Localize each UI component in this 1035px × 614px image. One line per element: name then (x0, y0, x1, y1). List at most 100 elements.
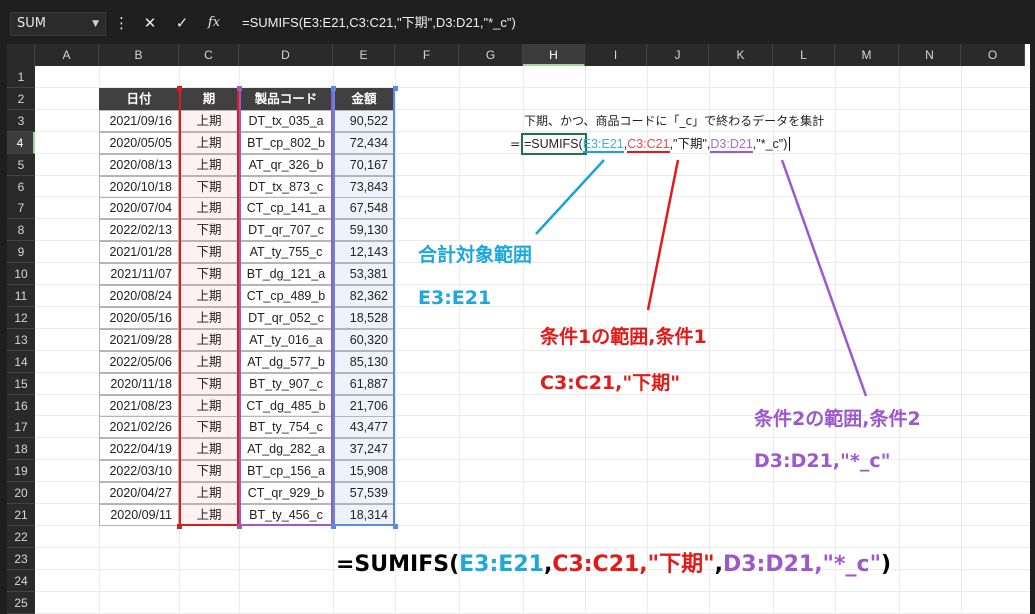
table-cell-amount[interactable]: 21,706 (333, 394, 395, 417)
range-resize-handle[interactable] (177, 523, 182, 529)
row-header-16[interactable]: 16 (7, 394, 35, 417)
chevron-down-icon[interactable]: ▼ (92, 13, 99, 35)
table-cell-product-code[interactable]: BT_ty_754_c (239, 416, 333, 439)
name-box[interactable]: SUM ▼ (10, 12, 106, 36)
row-header-17[interactable]: 17 (7, 416, 35, 439)
table-header-date[interactable]: 日付 (99, 87, 179, 110)
column-header-i[interactable]: I (585, 44, 647, 66)
table-cell-amount[interactable]: 61,887 (333, 372, 395, 395)
row-header-3[interactable]: 3 (7, 109, 35, 132)
table-cell-product-code[interactable]: DT_qr_707_c (239, 219, 333, 242)
table-cell-amount[interactable]: 73,843 (333, 175, 395, 198)
table-cell-term[interactable]: 上期 (179, 394, 239, 417)
table-cell-date[interactable]: 2020/04/27 (99, 482, 179, 505)
cell-edit-formula[interactable]: =SUMIFS(E3:E21,C3:C21,"下期",D3:D21,"*_c") (524, 134, 791, 154)
table-cell-product-code[interactable]: AT_dg_577_b (239, 350, 333, 373)
row-header-12[interactable]: 12 (7, 306, 35, 329)
table-cell-term[interactable]: 上期 (179, 285, 239, 307)
table-cell-product-code[interactable]: CT_dg_485_b (239, 394, 333, 417)
table-cell-term[interactable]: 下期 (179, 175, 239, 198)
table-cell-date[interactable]: 2021/08/23 (99, 394, 179, 417)
range-resize-handle[interactable] (237, 85, 242, 91)
table-cell-amount[interactable]: 18,528 (333, 306, 395, 329)
row-header-9[interactable]: 9 (7, 241, 35, 264)
table-cell-term[interactable]: 下期 (179, 219, 239, 242)
table-cell-term[interactable]: 下期 (179, 372, 239, 395)
table-cell-product-code[interactable]: AT_ty_016_a (239, 328, 333, 351)
table-cell-date[interactable]: 2021/02/26 (99, 416, 179, 439)
row-header-14[interactable]: 14 (7, 350, 35, 373)
table-cell-date[interactable]: 2022/04/19 (99, 438, 179, 461)
table-cell-term[interactable]: 下期 (179, 460, 239, 483)
range-resize-handle[interactable] (393, 85, 398, 91)
table-cell-amount[interactable]: 60,320 (333, 328, 395, 351)
table-cell-date[interactable]: 2020/08/13 (99, 153, 179, 176)
row-header-6[interactable]: 6 (7, 175, 35, 198)
column-header-m[interactable]: M (835, 44, 899, 66)
table-cell-product-code[interactable]: BT_cp_802_b (239, 131, 333, 154)
row-header-18[interactable]: 18 (7, 438, 35, 461)
table-cell-term[interactable]: 下期 (179, 241, 239, 264)
row-header-10[interactable]: 10 (7, 263, 35, 286)
table-cell-date[interactable]: 2022/03/10 (99, 460, 179, 483)
table-cell-product-code[interactable]: BT_ty_456_c (239, 504, 333, 526)
table-cell-amount[interactable]: 12,143 (333, 241, 395, 264)
range-resize-handle[interactable] (393, 523, 398, 529)
table-cell-date[interactable]: 2020/05/05 (99, 131, 179, 154)
column-header-b[interactable]: B (99, 44, 179, 66)
select-all-corner[interactable] (7, 44, 35, 66)
table-cell-term[interactable]: 下期 (179, 263, 239, 286)
table-cell-amount[interactable]: 85,130 (333, 350, 395, 373)
table-cell-amount[interactable]: 57,539 (333, 482, 395, 505)
table-cell-amount[interactable]: 18,314 (333, 504, 395, 526)
table-cell-date[interactable]: 2020/11/18 (99, 372, 179, 395)
column-header-a[interactable]: A (35, 44, 99, 66)
row-header-7[interactable]: 7 (7, 197, 35, 220)
row-header-19[interactable]: 19 (7, 460, 35, 483)
row-header-11[interactable]: 11 (7, 285, 35, 307)
row-header-5[interactable]: 5 (7, 153, 35, 176)
table-cell-date[interactable]: 2022/05/06 (99, 350, 179, 373)
table-header-term[interactable]: 期 (179, 87, 239, 110)
column-header-c[interactable]: C (179, 44, 239, 66)
column-header-k[interactable]: K (709, 44, 773, 66)
table-cell-date[interactable]: 2021/09/16 (99, 109, 179, 132)
table-cell-product-code[interactable]: AT_qr_326_b (239, 153, 333, 176)
column-header-n[interactable]: N (899, 44, 961, 66)
table-cell-product-code[interactable]: BT_dg_121_a (239, 263, 333, 286)
enter-icon[interactable]: ✓ (172, 12, 192, 34)
cancel-icon[interactable]: ✕ (140, 12, 160, 34)
table-cell-date[interactable]: 2021/09/28 (99, 328, 179, 351)
row-header-15[interactable]: 15 (7, 372, 35, 395)
row-header-2[interactable]: 2 (7, 87, 35, 110)
table-cell-product-code[interactable]: DT_tx_873_c (239, 175, 333, 198)
table-cell-product-code[interactable]: CT_qr_929_b (239, 482, 333, 505)
column-header-e[interactable]: E (333, 44, 395, 66)
row-header-24[interactable]: 24 (7, 569, 35, 592)
table-cell-product-code[interactable]: AT_dg_282_a (239, 438, 333, 461)
table-cell-date[interactable]: 2020/07/04 (99, 197, 179, 220)
column-header-f[interactable]: F (395, 44, 459, 66)
table-cell-date[interactable]: 2021/01/28 (99, 241, 179, 264)
table-cell-amount[interactable]: 43,477 (333, 416, 395, 439)
table-cell-date[interactable]: 2020/05/16 (99, 306, 179, 329)
row-header-4[interactable]: 4 (7, 131, 35, 154)
table-cell-date[interactable]: 2020/09/11 (99, 504, 179, 526)
row-header-1[interactable]: 1 (7, 66, 35, 88)
row-header-23[interactable]: 23 (7, 547, 35, 570)
table-cell-product-code[interactable]: CT_cp_489_b (239, 285, 333, 307)
table-cell-product-code[interactable]: BT_cp_156_a (239, 460, 333, 483)
table-cell-date[interactable]: 2022/02/13 (99, 219, 179, 242)
table-cell-term[interactable]: 上期 (179, 438, 239, 461)
table-cell-amount[interactable]: 82,362 (333, 285, 395, 307)
insert-function-icon[interactable]: fx (204, 12, 224, 34)
vertical-scrollbar[interactable] (1030, 44, 1035, 614)
table-cell-amount[interactable]: 37,247 (333, 438, 395, 461)
table-cell-term[interactable]: 上期 (179, 482, 239, 505)
column-header-d[interactable]: D (239, 44, 333, 66)
table-cell-amount[interactable]: 90,522 (333, 109, 395, 132)
row-header-8[interactable]: 8 (7, 219, 35, 242)
table-cell-term[interactable]: 上期 (179, 350, 239, 373)
range-resize-handle[interactable] (331, 85, 336, 91)
table-cell-date[interactable]: 2021/11/07 (99, 263, 179, 286)
